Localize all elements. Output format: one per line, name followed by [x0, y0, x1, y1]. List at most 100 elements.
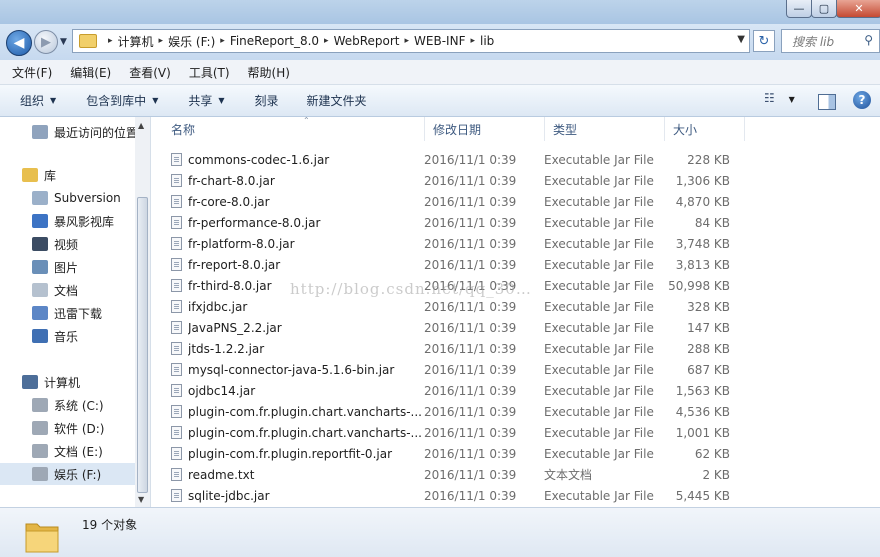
- file-row[interactable]: plugin-com.fr.plugin.reportfit-0.jar 2016…: [171, 443, 751, 464]
- file-row[interactable]: JavaPNS_2.2.jar 2016/11/1 0:39 Executable …: [171, 317, 751, 338]
- command-toolbar: 组织 ▼ 包含到库中 ▼ 共享 ▼ 刻录 新建文件夹 ☷ ▼ ?: [0, 85, 880, 117]
- file-size: 50,998 KB: [668, 278, 730, 293]
- breadcrumb-separator-icon[interactable]: ▸: [405, 36, 410, 46]
- search-input[interactable]: [790, 31, 864, 53]
- file-name: plugin-com.fr.plugin.chart.vancharts-...: [188, 425, 422, 440]
- breadcrumb-item[interactable]: WebReport: [334, 34, 400, 48]
- chevron-down-icon: ▼: [788, 95, 795, 104]
- new-folder-button[interactable]: 新建文件夹: [307, 92, 367, 109]
- sidebar-item[interactable]: 计算机: [0, 371, 135, 393]
- sidebar-item[interactable]: 迅雷下载: [0, 302, 135, 324]
- breadcrumb-separator-icon[interactable]: ▸: [470, 36, 475, 46]
- address-dropdown-icon[interactable]: ▼: [737, 34, 745, 45]
- address-bar[interactable]: ▸ 计算机 ▸ 娱乐 (F:) ▸ FineReport_8.0 ▸ WebReport ▸ WE…: [72, 29, 750, 53]
- back-button[interactable]: ◀: [6, 30, 32, 56]
- file-list: 名称 ⌃ 修改日期 类型 大小 commons-codec-1.6.jar 2016…: [151, 116, 880, 507]
- breadcrumb-separator-icon[interactable]: ▸: [324, 36, 329, 46]
- history-dropdown-icon[interactable]: ▼: [60, 37, 67, 47]
- file-row[interactable]: ojdbc14.jar 2016/11/1 0:39 Executable Jar …: [171, 380, 751, 401]
- file-icon: [171, 384, 182, 397]
- search-box[interactable]: ⚲: [781, 29, 880, 53]
- column-header-size[interactable]: 大小: [665, 117, 745, 141]
- file-row[interactable]: fr-core-8.0.jar 2016/11/1 0:39 Executable …: [171, 191, 751, 212]
- menu-view[interactable]: 查看(V): [129, 64, 171, 81]
- sidebar-item[interactable]: 图片: [0, 256, 135, 278]
- sidebar-scrollbar[interactable]: ▲ ▼: [135, 117, 150, 507]
- menu-file[interactable]: 文件(F): [12, 64, 52, 81]
- breadcrumb-item[interactable]: 娱乐 (F:): [168, 33, 215, 50]
- file-row[interactable]: plugin-com.fr.plugin.chart.vancharts-...…: [171, 401, 751, 422]
- sidebar-item[interactable]: 视频: [0, 233, 135, 255]
- preview-pane-icon[interactable]: [818, 94, 836, 110]
- menu-edit[interactable]: 编辑(E): [70, 64, 111, 81]
- file-row[interactable]: ifxjdbc.jar 2016/11/1 0:39 Executable Jar …: [171, 296, 751, 317]
- file-type: Executable Jar File: [544, 278, 654, 293]
- help-icon[interactable]: ?: [853, 91, 871, 109]
- file-name: plugin-com.fr.plugin.chart.vancharts-...: [188, 404, 422, 419]
- file-row[interactable]: jtds-1.2.2.jar 2016/11/1 0:39 Executable J…: [171, 338, 751, 359]
- forward-button[interactable]: ▶: [34, 30, 58, 54]
- sidebar-item[interactable]: 文档 (E:): [0, 440, 135, 462]
- minimize-button[interactable]: —: [786, 0, 812, 18]
- file-icon: [171, 258, 182, 271]
- file-icon: [171, 279, 182, 292]
- burn-button[interactable]: 刻录: [255, 92, 279, 109]
- file-row[interactable]: fr-platform-8.0.jar 2016/11/1 0:39 Executa…: [171, 233, 751, 254]
- sidebar-item[interactable]: 系统 (C:): [0, 394, 135, 416]
- breadcrumb-separator-icon[interactable]: ▸: [220, 36, 225, 46]
- breadcrumb-separator-icon[interactable]: ▸: [108, 36, 113, 46]
- file-row[interactable]: commons-codec-1.6.jar 2016/11/1 0:39 Execu…: [171, 149, 751, 170]
- breadcrumb-item[interactable]: WEB-INF: [414, 34, 465, 48]
- search-icon[interactable]: ⚲: [864, 33, 873, 47]
- file-type: Executable Jar File: [544, 320, 654, 335]
- sidebar-item-label: 文档 (E:): [54, 444, 103, 459]
- maximize-button[interactable]: ▢: [811, 0, 837, 18]
- file-name: ojdbc14.jar: [188, 383, 256, 398]
- sidebar-item-label: 图片: [54, 260, 79, 275]
- file-row[interactable]: fr-chart-8.0.jar 2016/11/1 0:39 Executable…: [171, 170, 751, 191]
- folder-icon: [25, 523, 59, 553]
- sidebar-item[interactable]: Subversion: [0, 187, 135, 209]
- breadcrumb-separator-icon[interactable]: ▸: [159, 36, 164, 46]
- column-header-date[interactable]: 修改日期: [425, 117, 545, 141]
- file-type: Executable Jar File: [544, 215, 654, 230]
- scroll-up-icon[interactable]: ▲: [138, 121, 144, 130]
- sidebar-item[interactable]: 最近访问的位置: [0, 121, 135, 143]
- file-row[interactable]: fr-report-8.0.jar 2016/11/1 0:39 Executabl…: [171, 254, 751, 275]
- breadcrumb-item[interactable]: lib: [480, 34, 494, 48]
- organize-button[interactable]: 组织 ▼: [20, 92, 56, 109]
- file-row[interactable]: fr-performance-8.0.jar 2016/11/1 0:39 Exec…: [171, 212, 751, 233]
- file-date: 2016/11/1 0:39: [424, 488, 517, 503]
- view-options-button[interactable]: ☷ ▼: [764, 91, 795, 105]
- file-size: 1,001 KB: [675, 425, 730, 440]
- column-size-label: 大小: [673, 122, 698, 137]
- sidebar-item[interactable]: 软件 (D:): [0, 417, 135, 439]
- file-date: 2016/11/1 0:39: [424, 299, 517, 314]
- file-row[interactable]: readme.txt 2016/11/1 0:39 文本文档 2 KB: [171, 464, 751, 485]
- close-button[interactable]: ✕: [836, 0, 880, 18]
- file-row[interactable]: plugin-com.fr.plugin.chart.vancharts-...…: [171, 422, 751, 443]
- sidebar-item[interactable]: 音乐: [0, 325, 135, 347]
- menu-tools[interactable]: 工具(T): [189, 64, 230, 81]
- breadcrumb-item[interactable]: FineReport_8.0: [230, 34, 319, 48]
- scroll-thumb[interactable]: [137, 197, 148, 493]
- sidebar-item-label: 娱乐 (F:): [54, 467, 102, 482]
- column-header-name[interactable]: 名称 ⌃: [163, 116, 425, 141]
- sidebar-item[interactable]: 文档: [0, 279, 135, 301]
- file-name: ifxjdbc.jar: [188, 299, 248, 314]
- share-button[interactable]: 共享 ▼: [188, 92, 224, 109]
- file-name: fr-platform-8.0.jar: [188, 236, 295, 251]
- file-row[interactable]: sqlite-jdbc.jar 2016/11/1 0:39 Executable …: [171, 485, 751, 506]
- include-in-library-button[interactable]: 包含到库中 ▼: [86, 92, 158, 109]
- file-size: 228 KB: [687, 152, 730, 167]
- scroll-down-icon[interactable]: ▼: [138, 495, 144, 504]
- sidebar-item[interactable]: 库: [0, 164, 135, 186]
- sidebar-item[interactable]: 暴风影视库: [0, 210, 135, 232]
- file-date: 2016/11/1 0:39: [424, 362, 517, 377]
- menu-help[interactable]: 帮助(H): [248, 64, 290, 81]
- refresh-button[interactable]: ↻: [753, 30, 775, 52]
- file-row[interactable]: mysql-connector-java-5.1.6-bin.jar 2016/1…: [171, 359, 751, 380]
- breadcrumb-item[interactable]: 计算机: [118, 33, 154, 50]
- column-header-type[interactable]: 类型: [545, 117, 665, 141]
- sidebar-item[interactable]: 娱乐 (F:): [0, 463, 135, 485]
